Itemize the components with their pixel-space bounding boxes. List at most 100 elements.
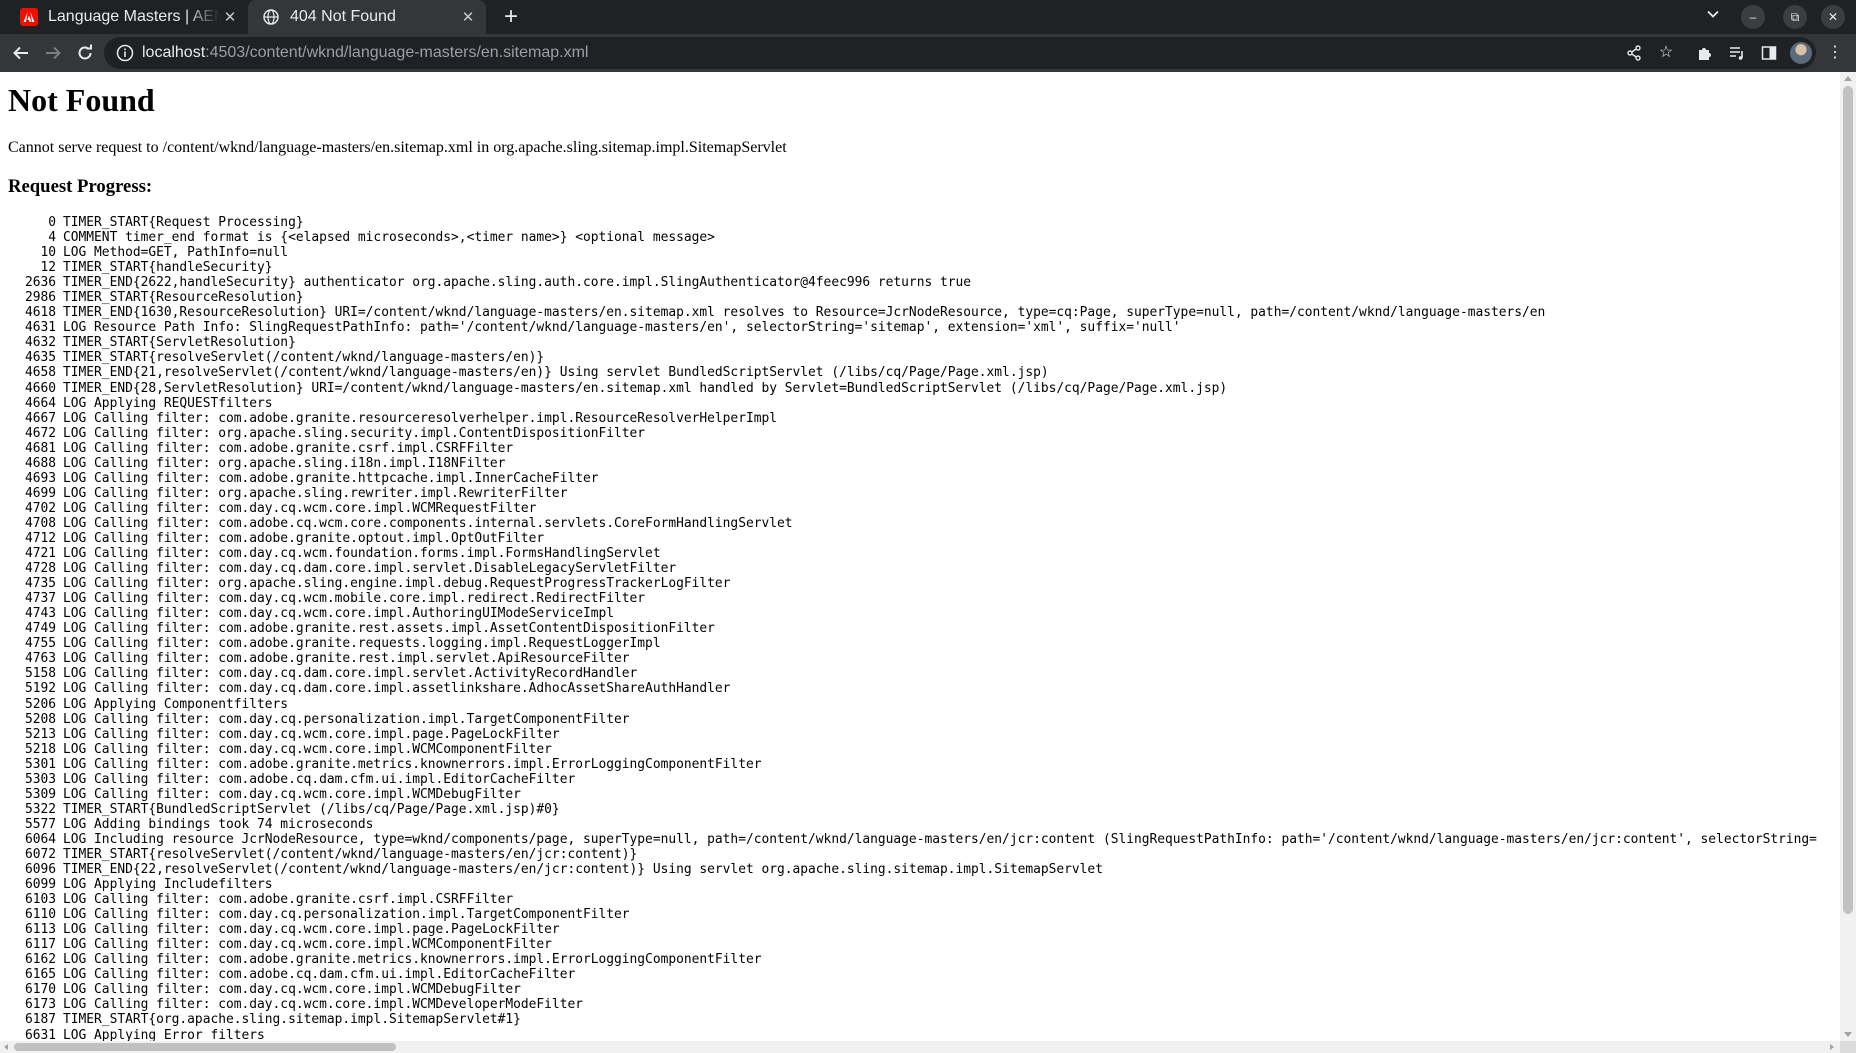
log-timestamp: 6165 [24, 967, 56, 983]
log-line: 5192 LOG Calling filter: com.day.cq.dam.c… [0, 681, 1817, 696]
log-line: 5303 LOG Calling filter: com.adobe.cq.dam… [0, 772, 1817, 787]
log-timestamp: 6162 [24, 952, 56, 968]
log-line: 4728 LOG Calling filter: com.day.cq.dam.c… [0, 561, 1817, 576]
log-text: LOG Calling filter: com.day.cq.wcm.mobil… [63, 591, 646, 607]
side-panel-icon[interactable] [1757, 41, 1781, 65]
tab-language-masters[interactable]: Language Masters | AEM Sites ✕ [8, 0, 248, 34]
tab-strip: Language Masters | AEM Sites ✕ 404 Not F… [0, 0, 1856, 34]
log-timestamp: 12 [40, 260, 56, 276]
log-timestamp: 4721 [24, 546, 56, 562]
log-line: 4712 LOG Calling filter: com.adobe.granit… [0, 531, 1817, 546]
globe-icon [262, 8, 280, 26]
log-line: 4693 LOG Calling filter: com.adobe.granit… [0, 471, 1817, 486]
log-timestamp: 4763 [24, 651, 56, 667]
log-line: 4618 TIMER_END{1630,ResourceResolution} U… [0, 305, 1817, 320]
log-line: 12 TIMER_START{handleSecurity} [0, 260, 1817, 275]
scroll-right-arrow-icon[interactable] [1830, 1044, 1834, 1050]
log-line: 4631 LOG Resource Path Info: SlingRequest… [0, 320, 1817, 335]
back-button[interactable] [7, 39, 35, 67]
log-text: LOG Calling filter: com.adobe.granite.re… [63, 651, 630, 667]
log-text: LOG Calling filter: com.day.cq.wcm.core.… [63, 937, 552, 953]
scroll-down-arrow-icon[interactable] [1844, 1032, 1852, 1037]
log-line: 6064 LOG Including resource JcrNodeResour… [0, 832, 1817, 847]
media-queue-icon[interactable] [1725, 41, 1749, 65]
log-timestamp: 6103 [24, 892, 56, 908]
menu-kebab-icon[interactable]: ⋮ [1823, 41, 1847, 65]
extensions-puzzle-icon[interactable] [1693, 41, 1717, 65]
log-text: LOG Calling filter: com.adobe.granite.ht… [63, 470, 599, 486]
adobe-icon [20, 8, 38, 26]
address-bar[interactable]: localhost:4503/content/wknd/language-mas… [104, 37, 1816, 69]
log-line: 5309 LOG Calling filter: com.day.cq.wcm.c… [0, 787, 1817, 802]
log-line: 4681 LOG Calling filter: com.adobe.granit… [0, 441, 1817, 456]
log-line: 0 TIMER_START{Request Processing} [0, 215, 1817, 230]
log-text: LOG Method=GET, PathInfo=null [63, 245, 289, 261]
close-tab-icon[interactable]: ✕ [220, 8, 240, 26]
profile-avatar[interactable] [1790, 42, 1812, 64]
log-line: 5322 TIMER_START{BundledScriptServlet (/l… [0, 802, 1817, 817]
log-line: 6117 LOG Calling filter: com.day.cq.wcm.c… [0, 937, 1817, 952]
log-text: TIMER_END{1630,ResourceResolution} URI=/… [63, 305, 1546, 321]
log-timestamp: 4658 [24, 365, 56, 381]
log-line: 10 LOG Method=GET, PathInfo=null [0, 245, 1817, 260]
log-line: 4632 TIMER_START{ServletResolution} [0, 335, 1817, 350]
vertical-scroll-thumb[interactable] [1843, 86, 1853, 914]
tab-404-not-found[interactable]: 404 Not Found ✕ [248, 0, 486, 34]
browser-toolbar: localhost:4503/content/wknd/language-mas… [0, 34, 1856, 72]
log-timestamp: 4735 [24, 576, 56, 592]
log-text: LOG Calling filter: com.adobe.granite.re… [63, 636, 661, 652]
log-line: 4688 LOG Calling filter: org.apache.sling… [0, 456, 1817, 471]
bookmark-star-icon[interactable]: ☆ [1654, 41, 1678, 65]
scroll-up-arrow-icon[interactable] [1844, 76, 1852, 81]
log-line: 5218 LOG Calling filter: com.day.cq.wcm.c… [0, 742, 1817, 757]
log-text: LOG Applying Includefilters [63, 877, 273, 893]
log-text: LOG Calling filter: com.adobe.cq.dam.cfm… [63, 771, 576, 787]
log-text: LOG Calling filter: com.day.cq.wcm.core.… [63, 726, 560, 742]
log-text: LOG Calling filter: com.day.cq.wcm.core.… [63, 982, 521, 998]
url-text[interactable]: localhost:4503/content/wknd/language-mas… [142, 43, 588, 63]
log-timestamp: 4749 [24, 621, 56, 637]
log-timestamp: 4688 [24, 455, 56, 471]
log-timestamp: 4702 [24, 500, 56, 516]
log-line: 6170 LOG Calling filter: com.day.cq.wcm.c… [0, 982, 1817, 997]
share-icon[interactable] [1622, 41, 1646, 65]
log-timestamp: 6113 [24, 922, 56, 938]
forward-button[interactable] [39, 39, 67, 67]
log-timestamp: 4618 [24, 305, 56, 321]
restore-window-button[interactable]: ⧉ [1783, 5, 1807, 29]
log-line: 4658 TIMER_END{21,resolveServlet(/content… [0, 365, 1817, 380]
log-text: TIMER_START{BundledScriptServlet (/libs/… [63, 801, 560, 817]
log-text: TIMER_START{Request Processing} [63, 215, 304, 230]
request-progress-log: 0 TIMER_START{Request Processing} 4 COMMENT… [0, 215, 1817, 1041]
horizontal-scrollbar[interactable] [0, 1041, 1840, 1053]
log-timestamp: 4667 [24, 410, 56, 426]
log-timestamp: 4635 [24, 350, 56, 366]
log-line: 4 COMMENT timer_end format is {<elapsed m… [0, 230, 1817, 245]
log-timestamp: 5309 [24, 786, 56, 802]
log-timestamp: 5213 [24, 726, 56, 742]
log-timestamp: 6072 [24, 846, 56, 862]
log-line: 2986 TIMER_START{ResourceResolution} [0, 290, 1817, 305]
log-timestamp: 6096 [24, 862, 56, 878]
log-text: LOG Calling filter: com.adobe.granite.re… [63, 621, 715, 637]
log-line: 5301 LOG Calling filter: com.adobe.granit… [0, 757, 1817, 772]
log-text: LOG Calling filter: org.apache.sling.eng… [63, 576, 731, 592]
close-window-button[interactable]: ✕ [1821, 5, 1845, 29]
site-info-icon[interactable] [116, 44, 134, 62]
log-timestamp: 5322 [24, 801, 56, 817]
vertical-scrollbar[interactable] [1840, 72, 1856, 1041]
log-text: LOG Resource Path Info: SlingRequestPath… [63, 320, 1181, 336]
horizontal-scroll-thumb[interactable] [14, 1043, 396, 1051]
scroll-left-arrow-icon[interactable] [4, 1044, 8, 1050]
log-text: LOG Calling filter: com.day.cq.wcm.core.… [63, 997, 583, 1013]
log-line: 4635 TIMER_START{resolveServlet(/content/… [0, 350, 1817, 365]
tab-search-chevron-icon[interactable] [1702, 6, 1724, 28]
log-text: LOG Applying REQUESTfilters [63, 395, 273, 411]
close-tab-icon[interactable]: ✕ [458, 8, 478, 26]
log-line: 4721 LOG Calling filter: com.day.cq.wcm.f… [0, 546, 1817, 561]
log-line: 4755 LOG Calling filter: com.adobe.granit… [0, 636, 1817, 651]
reload-button[interactable] [71, 39, 99, 67]
log-timestamp: 5208 [24, 711, 56, 727]
new-tab-button[interactable]: + [498, 4, 524, 30]
minimize-window-button[interactable]: – [1741, 5, 1765, 29]
